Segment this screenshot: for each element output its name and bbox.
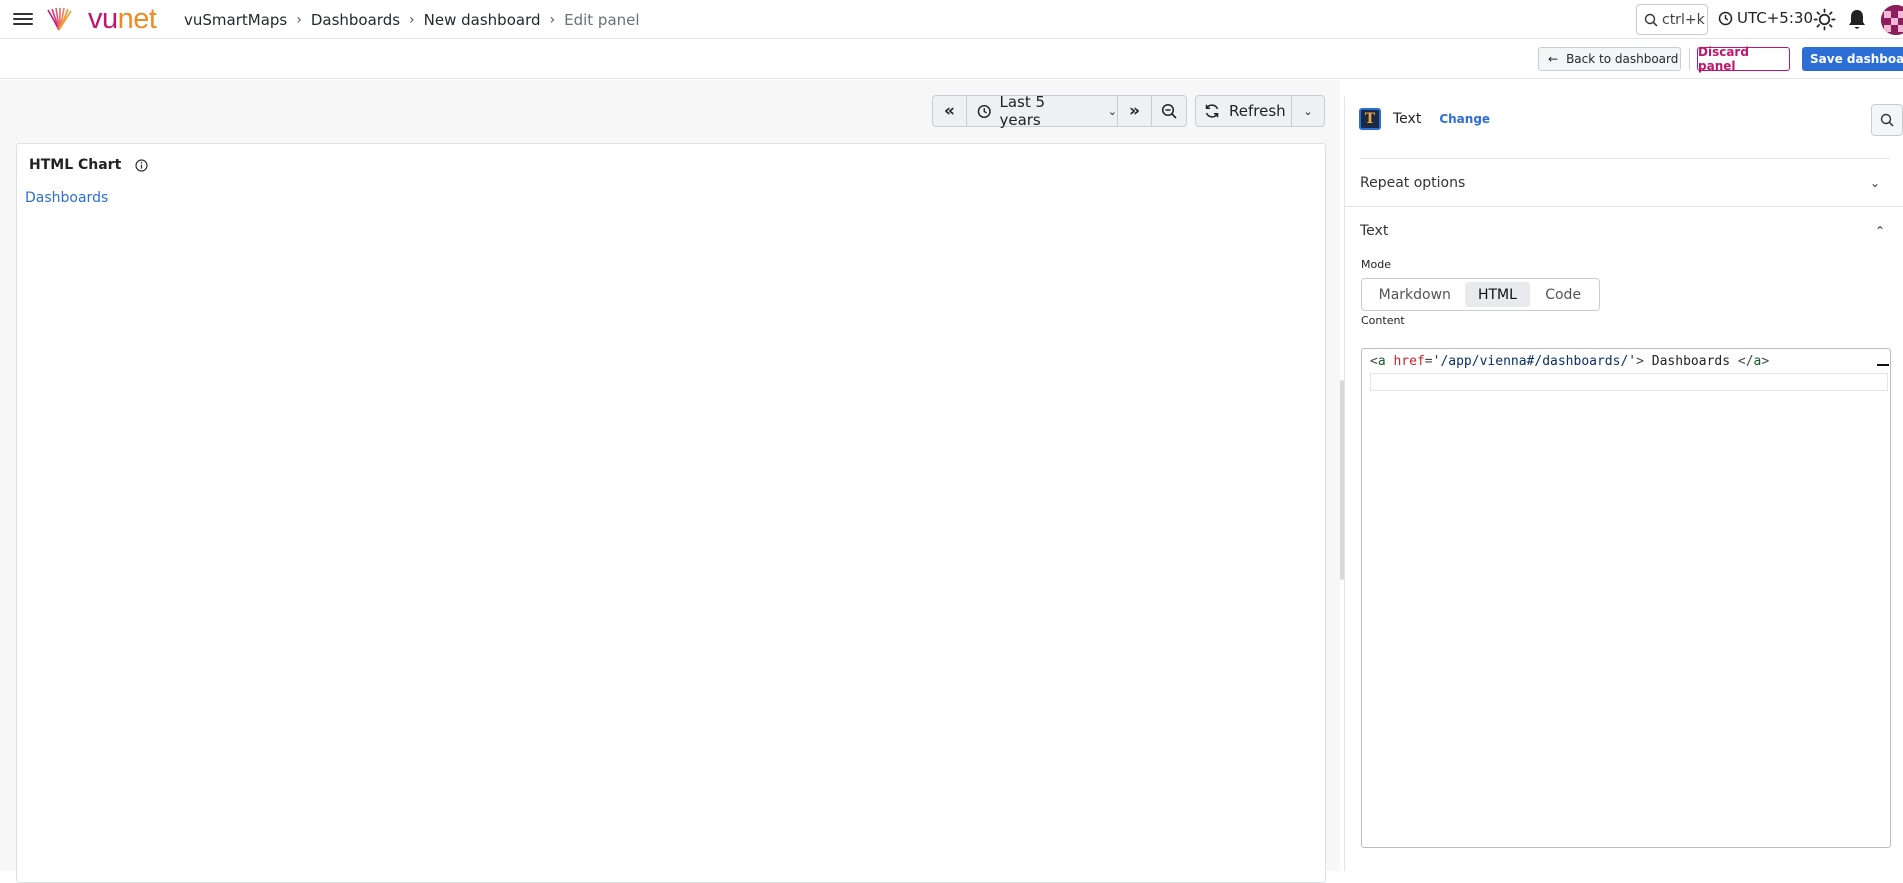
sun-icon[interactable] — [1813, 8, 1836, 31]
content-code-editor[interactable]: <a href='/app/vienna#/dashboards/'> Dash… — [1361, 348, 1891, 848]
panel-preview: HTML Chart Dashboards — [16, 143, 1326, 883]
panel-title-text: HTML Chart — [29, 157, 122, 173]
vunet-logo-icon[interactable] — [46, 6, 72, 32]
double-chevron-right-icon: » — [1129, 101, 1140, 121]
text-section-header[interactable]: Text ⌃ — [1360, 207, 1903, 255]
vunet-logo-text[interactable]: vunet — [88, 2, 157, 36]
mode-html[interactable]: HTML — [1464, 282, 1531, 307]
search-shortcut: ctrl+k — [1662, 11, 1705, 28]
change-visualization-button[interactable]: Change — [1439, 112, 1490, 126]
timezone-button[interactable]: UTC+5:30 — [1718, 9, 1813, 27]
bell-icon[interactable] — [1846, 8, 1868, 31]
breadcrumb-edit-panel: Edit panel — [564, 11, 640, 29]
top-navbar: vunet vuSmartMaps › Dashboards › New das… — [0, 0, 1903, 39]
mode-code[interactable]: Code — [1530, 282, 1596, 307]
logo-net: net — [117, 3, 157, 35]
search-icon — [1644, 13, 1658, 27]
time-controls: « Last 5 years ⌄ » Refresh ⌄ — [932, 93, 1325, 129]
code-token: = — [1424, 354, 1433, 369]
chevron-right-icon: › — [549, 12, 556, 28]
breadcrumb-vusmartmaps[interactable]: vuSmartMaps — [184, 10, 287, 30]
avatar[interactable] — [1881, 5, 1903, 35]
discard-panel-button[interactable]: Discard panel — [1697, 45, 1790, 73]
code-token: Dashboards — [1643, 354, 1738, 369]
refresh-button[interactable]: Refresh — [1196, 96, 1292, 126]
text-section: Text ⌃ — [1345, 206, 1903, 255]
time-range-group: « Last 5 years ⌄ » — [932, 93, 1187, 129]
shift-back-button[interactable]: « — [933, 96, 967, 126]
code-token: a — [1377, 354, 1386, 369]
repeat-options-title: Repeat options — [1360, 175, 1466, 191]
toolbar-divider — [1689, 48, 1690, 70]
panel-edit-toolbar: ← Back to dashboard Discard panel Save d… — [0, 39, 1903, 79]
panel-preview-area: « Last 5 years ⌄ » Refresh ⌄ HTML Chart … — [0, 80, 1340, 883]
mode-label: Mode — [1361, 258, 1391, 271]
clock-icon — [977, 104, 991, 118]
chevron-down-icon: ⌄ — [1869, 176, 1880, 190]
visualization-picker: T Text Change — [1359, 108, 1490, 130]
content-label: Content — [1361, 314, 1405, 327]
code-token: > — [1761, 354, 1770, 369]
arrow-left-icon: ← — [1548, 52, 1559, 66]
options-search-button[interactable] — [1871, 104, 1903, 136]
breadcrumb-new-dashboard[interactable]: New dashboard — [424, 10, 541, 30]
chevron-right-icon: › — [296, 12, 302, 28]
options-pane: T Text Change Repeat options ⌄ Text ⌃ Mo… — [1344, 96, 1903, 871]
refresh-label: Refresh — [1229, 102, 1286, 120]
timezone-label: UTC+5:30 — [1737, 9, 1813, 27]
repeat-options-header[interactable]: Repeat options ⌄ — [1360, 159, 1890, 207]
info-icon[interactable] — [135, 158, 148, 172]
chevron-right-icon: › — [409, 12, 415, 28]
double-chevron-left-icon: « — [944, 101, 955, 121]
repeat-options-section: Repeat options ⌄ — [1360, 158, 1890, 207]
back-label: Back to dashboard — [1566, 52, 1679, 66]
global-search-button[interactable]: ctrl+k — [1636, 4, 1708, 35]
text-section-title: Text — [1360, 223, 1389, 239]
chevron-up-icon: ⌃ — [1874, 224, 1885, 238]
chevron-down-icon: ⌄ — [1303, 104, 1313, 118]
breadcrumb: vuSmartMaps › Dashboards › New dashboard… — [184, 10, 640, 30]
back-to-dashboard-button[interactable]: ← Back to dashboard — [1538, 47, 1681, 71]
code-token: > — [1636, 354, 1644, 369]
save-dashboard-button[interactable]: Save dashboard — [1802, 47, 1903, 71]
refresh-interval-dropdown[interactable]: ⌄ — [1292, 96, 1324, 126]
code-token: </ — [1737, 354, 1754, 369]
zoom-out-button[interactable] — [1152, 96, 1186, 126]
active-line-highlight — [1370, 373, 1888, 391]
text-cursor — [1877, 364, 1889, 366]
dashboards-link[interactable]: Dashboards — [25, 190, 108, 206]
menu-icon[interactable] — [12, 10, 34, 28]
shift-forward-button[interactable]: » — [1118, 96, 1152, 126]
time-range-label: Last 5 years — [999, 93, 1046, 129]
time-range-picker[interactable]: Last 5 years ⌄ — [967, 93, 1118, 129]
mode-selector: Markdown HTML Code — [1361, 278, 1600, 311]
zoom-out-icon — [1161, 103, 1177, 119]
logo-vu: vu — [88, 3, 118, 35]
text-visualization-icon: T — [1359, 108, 1381, 130]
clock-icon — [1718, 11, 1733, 25]
code-token: href — [1393, 354, 1425, 369]
code-token: < — [1370, 354, 1378, 369]
refresh-icon — [1205, 104, 1219, 118]
visualization-name: Text — [1393, 111, 1422, 127]
chevron-down-icon: ⌄ — [1107, 104, 1117, 118]
breadcrumb-dashboards[interactable]: Dashboards — [311, 10, 400, 30]
mode-markdown[interactable]: Markdown — [1365, 282, 1465, 307]
code-line-1: <a href='/app/vienna#/dashboards/'> Dash… — [1370, 354, 1769, 369]
code-token: '/app/vienna#/dashboards/' — [1432, 354, 1637, 369]
search-icon — [1880, 113, 1894, 127]
refresh-group: Refresh ⌄ — [1195, 95, 1325, 127]
panel-title: HTML Chart — [29, 157, 148, 173]
